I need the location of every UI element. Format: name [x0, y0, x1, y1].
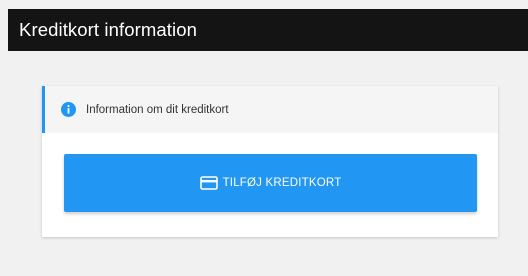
credit-card-panel: Information om dit kreditkort TILFØJ KRE… — [42, 86, 498, 237]
add-credit-card-button[interactable]: TILFØJ KREDITKORT — [64, 154, 477, 212]
credit-card-icon — [199, 176, 218, 190]
info-message: Information om dit kreditkort — [86, 103, 229, 116]
info-banner: Information om dit kreditkort — [42, 86, 498, 133]
app-header: Kreditkort information — [8, 9, 528, 51]
info-icon — [61, 102, 76, 117]
page-title: Kreditkort information — [19, 19, 198, 40]
add-credit-card-label: TILFØJ KREDITKORT — [222, 177, 342, 189]
